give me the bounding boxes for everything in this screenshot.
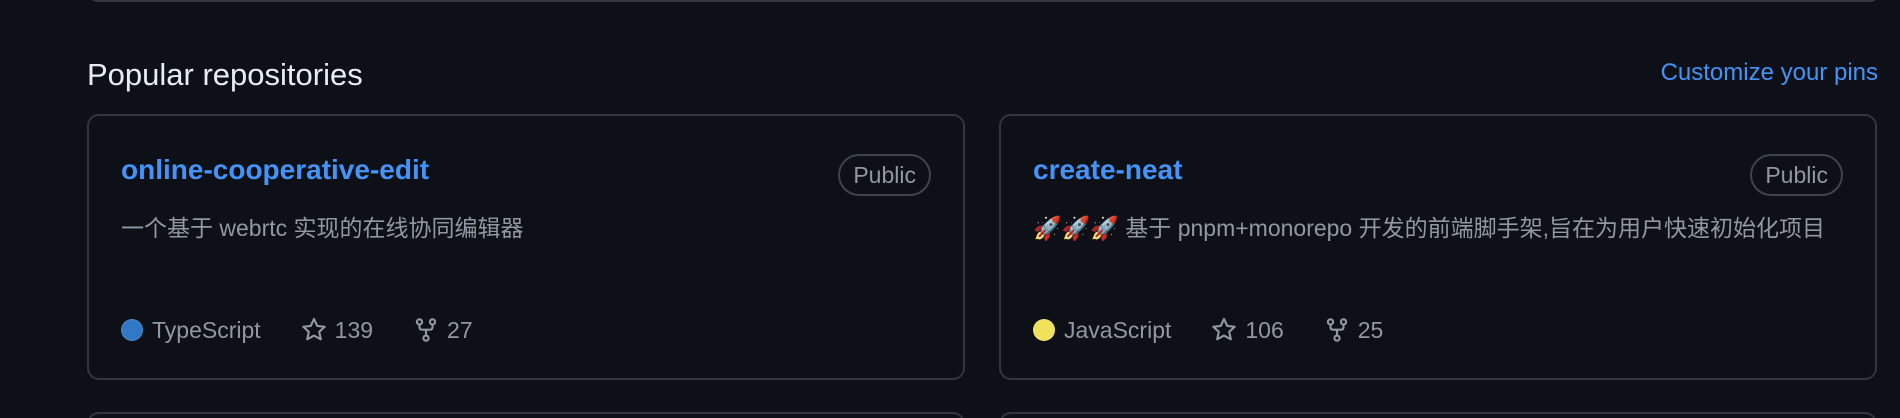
stars-link[interactable]: 139	[301, 317, 373, 344]
repo-name-link[interactable]: online-cooperative-edit	[121, 153, 429, 187]
popular-repositories-page: Popular repositories Customize your pins…	[0, 0, 1900, 418]
customize-pins-link[interactable]: Customize your pins	[1661, 58, 1878, 88]
repo-forked-icon	[1326, 318, 1347, 342]
next-repo-card-edge	[999, 412, 1877, 418]
repo-card: online-cooperative-edit Public 一个基于 webr…	[87, 114, 965, 380]
visibility-badge: Public	[838, 154, 931, 196]
forks-link[interactable]: 27	[413, 317, 473, 344]
repo-name-link[interactable]: create-neat	[1033, 153, 1182, 187]
stars-count: 106	[1245, 316, 1284, 343]
visibility-badge: Public	[1750, 154, 1843, 196]
language-color-dot	[121, 319, 143, 341]
next-repo-card-edge	[87, 412, 965, 418]
language-label: TypeScript	[152, 316, 261, 343]
repo-language: TypeScript	[121, 317, 261, 344]
stars-link[interactable]: 106	[1211, 316, 1284, 344]
forks-link[interactable]: 25	[1324, 316, 1384, 344]
star-icon	[301, 317, 326, 341]
repo-meta: TypeScript 139 27	[121, 312, 513, 348]
previous-section-border	[88, 0, 1880, 2]
repo-card: create-neat Public 🚀🚀🚀 基于 pnpm+monorepo …	[999, 114, 1877, 380]
language-label: JavaScript	[1064, 316, 1172, 343]
repo-language: JavaScript	[1033, 317, 1171, 344]
stars-count: 139	[334, 316, 374, 343]
repo-meta: JavaScript 106 25	[1033, 312, 1423, 348]
repo-description: 🚀🚀🚀 基于 pnpm+monorepo 开发的前端脚手架,旨在为用户快速初始化…	[1033, 215, 1826, 241]
language-color-dot	[1033, 319, 1055, 341]
forks-count: 27	[447, 316, 473, 343]
section-title: Popular repositories	[87, 57, 363, 92]
repo-description: 一个基于 webrtc 实现的在线协同编辑器	[121, 215, 524, 241]
star-icon	[1212, 317, 1237, 341]
forks-count: 25	[1357, 316, 1384, 343]
repo-forked-icon	[415, 318, 437, 342]
